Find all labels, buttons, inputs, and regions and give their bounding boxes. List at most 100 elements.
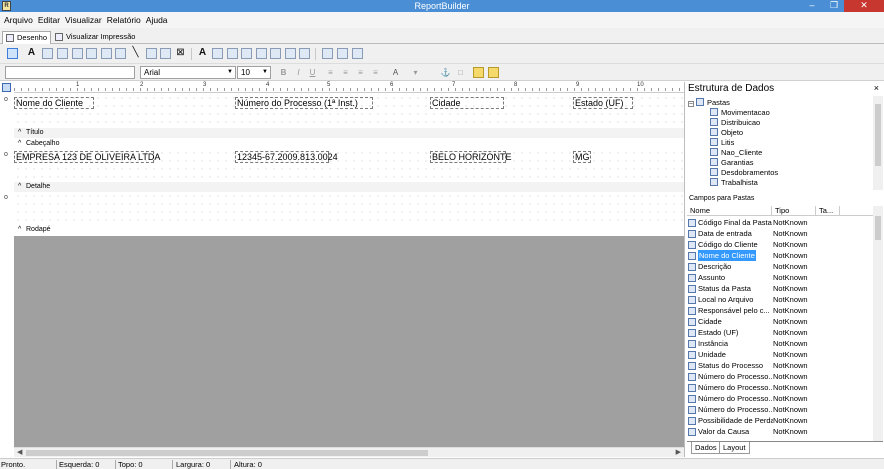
column-divider[interactable] [839, 206, 840, 216]
justify-icon[interactable]: ≡ [370, 67, 381, 78]
scroll-left-icon[interactable]: ◀ [17, 448, 22, 458]
field-row[interactable]: Data de entrada NotKnown [687, 228, 873, 239]
shape-tool-icon[interactable] [115, 48, 126, 59]
style-select[interactable] [5, 66, 135, 79]
border-icon[interactable]: □ [455, 67, 466, 78]
restore-button[interactable]: ❐ [823, 0, 845, 12]
collapse-icon[interactable]: – [688, 101, 694, 107]
header-field-nome-cliente[interactable]: Nome do Cliente [14, 97, 94, 109]
field-row[interactable]: Unidade NotKnown [687, 349, 873, 360]
header-field-numero-processo[interactable]: Número do Processo (1ª Inst.) [235, 97, 373, 109]
richtext-tool-icon[interactable] [57, 48, 68, 59]
close-window-button[interactable]: ✕ [844, 0, 884, 12]
tree-item[interactable]: Movimentacao [710, 108, 770, 118]
image-tool-icon[interactable] [101, 48, 112, 59]
region-tool-icon[interactable] [322, 48, 333, 59]
band-label-cabecalho[interactable]: ^ Cabeçalho [14, 139, 684, 149]
field-row[interactable]: Número do Processo... NotKnown [687, 404, 873, 415]
menu-relatorio[interactable]: Relatório [107, 15, 141, 25]
checkbox-tool-icon[interactable]: ⊠ [175, 47, 186, 59]
line-tool-icon[interactable]: ╲ [130, 47, 141, 59]
column-tipo[interactable]: Tipo [775, 206, 789, 216]
field-row[interactable]: Assunto NotKnown [687, 272, 873, 283]
label-tool-icon[interactable]: A [26, 47, 37, 59]
field-row[interactable]: Estado (UF) NotKnown [687, 327, 873, 338]
field-row[interactable]: Descrição NotKnown [687, 261, 873, 272]
tree-item[interactable]: Trabalhista [710, 178, 758, 188]
anchor-icon[interactable]: ⚓ [440, 67, 451, 78]
header-field-cidade[interactable]: Cidade [430, 97, 504, 109]
dbtext-tool-icon[interactable]: A [197, 47, 208, 59]
menu-editar[interactable]: Editar [38, 15, 60, 25]
detail-field-cidade[interactable]: BELO HORIZONTE [430, 151, 512, 163]
tree-item[interactable]: Nao_Cliente [710, 148, 762, 158]
column-divider[interactable] [771, 206, 772, 216]
tree-item[interactable]: Distribuicao [710, 118, 760, 128]
tree-item[interactable]: Desdobramentos [710, 168, 778, 178]
dbcalc-tool-icon[interactable] [241, 48, 252, 59]
memo-tool-icon[interactable] [42, 48, 53, 59]
tree-scrollbar[interactable] [873, 96, 883, 190]
dbrichtext-tool-icon[interactable] [227, 48, 238, 59]
close-icon[interactable]: × [874, 83, 879, 93]
field-row[interactable]: Número do Processo... NotKnown [687, 371, 873, 382]
align-left-icon[interactable]: ≡ [325, 67, 336, 78]
align-right-icon[interactable]: ≡ [355, 67, 366, 78]
subreport-tool-icon[interactable] [337, 48, 348, 59]
column-tamanho[interactable]: Ta... [819, 206, 833, 216]
italic-icon[interactable]: I [293, 67, 304, 78]
tab-dados[interactable]: Dados [691, 442, 721, 454]
page-break-tool-icon[interactable] [352, 48, 363, 59]
dbmemo-tool-icon[interactable] [212, 48, 223, 59]
select-pointer-icon[interactable] [7, 48, 18, 59]
tree-root-pastas[interactable]: – Pastas [688, 98, 730, 108]
field-row[interactable]: Número do Processo... NotKnown [687, 393, 873, 404]
db2dbarcode-tool-icon[interactable] [285, 48, 296, 59]
header-field-estado[interactable]: Estado (UF) [573, 97, 633, 109]
field-row[interactable]: Local no Arquivo NotKnown [687, 294, 873, 305]
detail-field-estado[interactable]: MG [573, 151, 591, 163]
field-row[interactable]: Valor da Causa NotKnown [687, 426, 873, 437]
field-row[interactable]: Responsável pelo c... NotKnown [687, 305, 873, 316]
tree-item[interactable]: Garantias [710, 158, 754, 168]
font-size-select[interactable]: 10 ▼ [237, 66, 271, 79]
band-label-detalhe[interactable]: ^ Detalhe [14, 182, 684, 192]
scrollbar-thumb[interactable] [875, 104, 881, 166]
system-variable-icon[interactable] [72, 48, 83, 59]
field-row[interactable]: Status do Processo NotKnown [687, 360, 873, 371]
2d-barcode-icon[interactable] [160, 48, 171, 59]
field-row[interactable]: Código do Cliente NotKnown [687, 239, 873, 250]
scrollbar-thumb[interactable] [26, 450, 428, 456]
font-color-icon[interactable]: A [390, 67, 401, 78]
field-row[interactable]: Número do Processo... NotKnown [687, 382, 873, 393]
dbbarcode-tool-icon[interactable] [270, 48, 281, 59]
field-row[interactable]: Instância NotKnown [687, 338, 873, 349]
field-row[interactable]: Cidade NotKnown [687, 316, 873, 327]
field-row[interactable]: Nome do Cliente NotKnown [687, 250, 873, 261]
tab-desenho[interactable]: Desenho [2, 31, 52, 44]
barcode-tool-icon[interactable] [146, 48, 157, 59]
detail-field-nome-cliente[interactable]: EMPRESA 123 DE OLIVEIRA LTDA [14, 151, 160, 163]
menu-ajuda[interactable]: Ajuda [146, 15, 168, 25]
bring-to-front-icon[interactable] [473, 67, 484, 78]
highlight-color-icon[interactable]: ▾ [410, 67, 421, 78]
send-to-back-icon[interactable] [488, 67, 499, 78]
dbcheckbox-tool-icon[interactable] [299, 48, 310, 59]
underline-icon[interactable]: U [307, 67, 318, 78]
menu-visualizar[interactable]: Visualizar [65, 15, 102, 25]
field-row[interactable]: Código Final da Pasta NotKnown [687, 217, 873, 228]
tab-visualizar-impressao[interactable]: Visualizar Impressão [52, 31, 138, 44]
scroll-right-icon[interactable]: ▶ [676, 448, 681, 458]
scrollbar-thumb[interactable] [875, 216, 881, 240]
minimize-button[interactable]: – [801, 0, 823, 12]
tree-item[interactable]: Objeto [710, 128, 743, 138]
font-select[interactable]: Arial ▼ [140, 66, 236, 79]
fields-scrollbar[interactable] [873, 206, 883, 441]
band-label-titulo[interactable]: ^ Título [14, 128, 684, 138]
horizontal-scrollbar[interactable]: ◀ ▶ [14, 447, 684, 457]
column-nome[interactable]: Nome [690, 206, 710, 216]
bold-icon[interactable]: B [278, 67, 289, 78]
grid-corner-icon[interactable] [2, 83, 11, 92]
dbimage-tool-icon[interactable] [256, 48, 267, 59]
tab-layout[interactable]: Layout [719, 442, 750, 454]
